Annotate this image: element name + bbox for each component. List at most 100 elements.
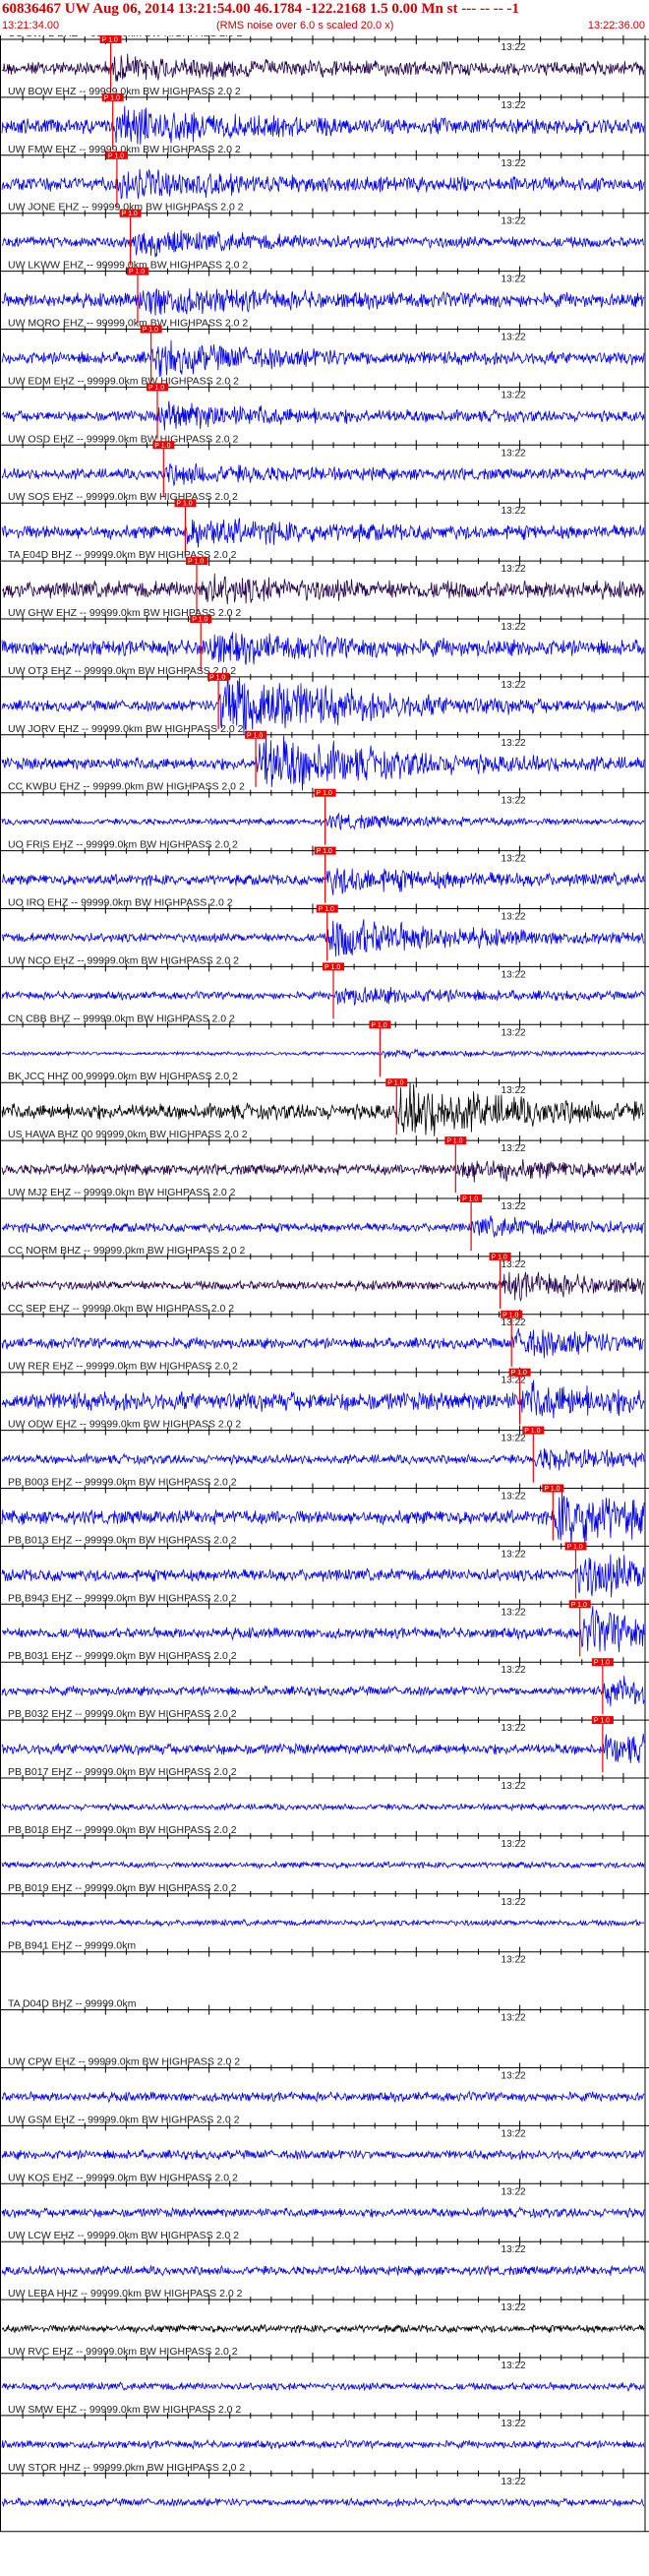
waveform bbox=[1, 168, 645, 200]
waveform bbox=[1, 2264, 645, 2277]
trace-40: 13:22 UW LEBA HHZ -- 99999.0km BW HIGHPAS… bbox=[0, 2288, 649, 2335]
time-tick-label: 13:22 bbox=[502, 448, 526, 459]
waveform bbox=[1, 1215, 645, 1238]
trace-14: 13:22 CC KWBU EHZ -- 99999.0km BW HIGHPAS… bbox=[0, 781, 649, 845]
time-tick-label: 13:22 bbox=[502, 1027, 526, 1038]
waveform bbox=[1, 339, 645, 378]
time-tick-label: 13:22 bbox=[502, 1839, 526, 1850]
pick-marker-text: P 1.0 bbox=[129, 269, 145, 276]
seismogram-plot: 13:22 CC SWF2 BHZ -- 99999.0km BW HIGHPAS… bbox=[0, 35, 649, 2533]
pick-marker-text: P 1.0 bbox=[188, 559, 204, 566]
waveform bbox=[1, 919, 645, 957]
time-tick-label: 13:22 bbox=[502, 2244, 526, 2255]
trace-2: 13:22 UW BOW EHZ -- 99999.0km BW HIGHPASS… bbox=[0, 86, 649, 150]
waveform bbox=[1, 2148, 645, 2161]
trace-8: 13:22 UW OSD EHZ -- 99999.0km BW HIGHPASS… bbox=[0, 433, 649, 498]
plot-header: 60836467 UW Aug 06, 2014 13:21:54.00 46.… bbox=[0, 0, 649, 35]
pick-marker-text: P 1.0 bbox=[247, 732, 263, 739]
time-tick-label: 13:22 bbox=[502, 158, 526, 169]
waveform bbox=[1, 987, 645, 1006]
time-tick-label: 13:22 bbox=[502, 796, 526, 807]
station-label: UW MJ2 EHZ -- 99999.0km BW HIGHPASS 2.0 … bbox=[8, 1187, 236, 1198]
time-tick-label: 13:22 bbox=[502, 216, 526, 227]
station-label: UW CPW EHZ -- 99999.0km BW HIGHPASS 2.0 … bbox=[8, 2056, 240, 2068]
time-tick-label: 13:22 bbox=[502, 275, 526, 285]
pick-marker-text: P 1.0 bbox=[108, 153, 124, 159]
time-tick-label: 13:22 bbox=[502, 680, 526, 691]
time-tick-label: 13:22 bbox=[502, 2013, 526, 2024]
time-tick-label: 13:22 bbox=[502, 333, 526, 343]
time-tick-label: 13:22 bbox=[502, 1897, 526, 1908]
time-tick-label: 13:22 bbox=[502, 1492, 526, 1503]
station-label: BK JCC HHZ 00 99999.0km BW HIGHPASS 2.0 … bbox=[8, 1071, 238, 1082]
station-label: UW RER EHZ -- 99999.0km BW HIGHPASS 2.0 … bbox=[8, 1361, 238, 1373]
waveform bbox=[1, 462, 645, 487]
pick-marker-text: P 1.0 bbox=[148, 385, 164, 392]
trace-6: 13:22 UW MORO EHZ -- 99999.0km BW HIGHPAS… bbox=[0, 318, 649, 382]
trace-1: 13:22 CC SWF2 BHZ -- 99999.0km BW HIGHPAS… bbox=[0, 35, 649, 92]
time-tick-label: 13:22 bbox=[502, 1201, 526, 1212]
trace-16: 13:22 UO IRO EHZ -- 99999.0km BW HIGHPASS… bbox=[0, 897, 649, 961]
pick-marker-text: P 1.0 bbox=[571, 1602, 587, 1609]
station-label: UW SMW EHZ -- 99999.0km BW HIGHPASS 2.0 … bbox=[8, 2404, 241, 2416]
trace-43: 13:22 UW STOR HHZ -- 99999.0km BW HIGHPAS… bbox=[0, 2462, 649, 2508]
waveform bbox=[1, 2090, 645, 2104]
waveform bbox=[1, 1327, 645, 1359]
waveform bbox=[1, 868, 645, 895]
station-label: UW ODW EHZ -- 99999.0km BW HIGHPASS 2.0 … bbox=[8, 1419, 241, 1431]
time-tick-label: 13:22 bbox=[502, 2128, 526, 2139]
station-label: PB B018 EHZ -- 99999.0km BW HIGHPASS 2.0… bbox=[8, 1824, 237, 1836]
time-tick-label: 13:22 bbox=[502, 506, 526, 517]
waveform bbox=[1, 105, 645, 145]
station-label: CC SWF2 BHZ -- 99999.0km BW HIGHPASS 2.0… bbox=[8, 35, 243, 39]
waveform bbox=[1, 1918, 645, 1928]
station-label: PB B019 EHZ -- 99999.0km BW HIGHPASS 2.0… bbox=[8, 1882, 237, 1894]
time-tick-label: 13:22 bbox=[502, 1085, 526, 1096]
trace-33: 13:22 PB B019 EHZ -- 99999.0km BW HIGHPAS… bbox=[0, 1882, 649, 1928]
trace-15: 13:22 UO FRIS EHZ -- 99999.0km BW HIGHPAS… bbox=[0, 839, 649, 903]
station-label: US HAWA BHZ 00 99999.0km BW HIGHPASS 2.0… bbox=[8, 1129, 248, 1140]
trace-31: 13:22 PB B017 EHZ -- 99999.0km BW HIGHPAS… bbox=[0, 1766, 649, 1812]
waveform bbox=[1, 2381, 645, 2393]
waveform bbox=[1, 1159, 645, 1183]
time-tick-label: 13:22 bbox=[502, 738, 526, 749]
station-label: UW JORV EHZ -- 99999.0km BW HIGHPASS 2.0… bbox=[8, 723, 244, 735]
time-tick-label: 13:22 bbox=[502, 1607, 526, 1618]
pick-marker-text: P 1.0 bbox=[176, 501, 192, 508]
time-tick-label: 13:22 bbox=[502, 912, 526, 923]
pick-marker-text: P 1.0 bbox=[492, 1254, 507, 1260]
pick-marker-text: P 1.0 bbox=[143, 327, 158, 334]
waveform bbox=[1, 517, 645, 548]
station-label: UW BOW EHZ -- 99999.0km BW HIGHPASS 2.0 … bbox=[8, 86, 241, 97]
waveform bbox=[1, 1802, 645, 1812]
waveform bbox=[1, 1447, 645, 1471]
pick-marker-text: P 1.0 bbox=[446, 1138, 462, 1145]
waveform bbox=[1, 632, 645, 665]
station-label: UW STOR HHZ -- 99999.0km BW HIGHPASS 2.0… bbox=[8, 2462, 245, 2474]
station-label: UW EDM EHZ -- 99999.0km BW HIGHPASS 2.0 … bbox=[8, 375, 239, 387]
station-label: UW OT3 EHZ -- 99999.0km BW HIGHPASS 2.0 … bbox=[8, 665, 236, 677]
waveform bbox=[1, 1048, 645, 1060]
time-tick-label: 13:22 bbox=[502, 564, 526, 575]
trace-39: 13:22 UW LCW EHZ -- 99999.0km BW HIGHPASS… bbox=[0, 2230, 649, 2277]
station-label: PB B032 EHZ -- 99999.0km BW HIGHPASS 2.0… bbox=[8, 1708, 237, 1720]
waveform bbox=[1, 1860, 645, 1871]
station-label: UW NCO EHZ -- 99999.0km BW HIGHPASS 2.0 … bbox=[8, 954, 239, 966]
pick-marker-text: P 1.0 bbox=[192, 617, 207, 624]
waveform bbox=[1, 2496, 645, 2508]
trace-10: 13:22TA E04D BHZ -- 99999.0km BW HIGHPAS… bbox=[0, 549, 649, 614]
trace-3: 13:22UW FMW EHZ -- 99999.0km BW HIGHPASS… bbox=[0, 144, 649, 208]
time-tick-label: 13:22 bbox=[502, 969, 526, 980]
waveform bbox=[1, 2205, 645, 2220]
waveform bbox=[1, 53, 645, 83]
time-tick-label: 13:22 bbox=[502, 1143, 526, 1154]
pick-marker-text: P 1.0 bbox=[324, 964, 340, 971]
station-label: PB B013 EHZ -- 99999.0km BW HIGHPASS 2.0… bbox=[8, 1534, 237, 1546]
station-label: TA D04D BHZ -- 99999.0km bbox=[8, 1998, 137, 2010]
pick-marker-text: P 1.0 bbox=[122, 211, 138, 217]
station-label: UO IRO EHZ -- 99999.0km BW HIGHPASS 2.0 … bbox=[8, 897, 233, 909]
time-tick-label: 13:22 bbox=[502, 2361, 526, 2371]
waveform bbox=[2, 1606, 645, 1653]
station-label: PB B003 EHZ -- 99999.0km BW HIGHPASS 2.0… bbox=[8, 1477, 237, 1489]
station-label: CN CBB BHZ -- 99999.0km BW HIGHPASS 2.0 … bbox=[8, 1012, 235, 1024]
